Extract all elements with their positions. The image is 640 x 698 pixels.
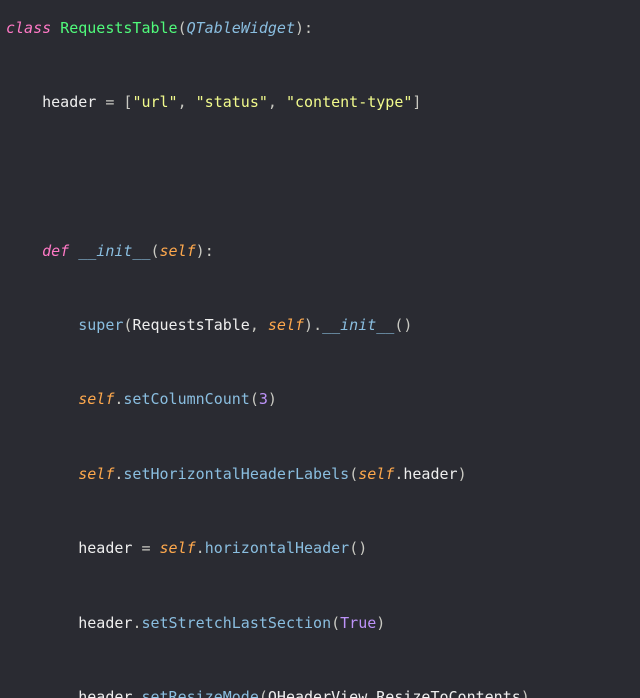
code-editor[interactable]: class RequestsTable(QTableWidget): heade… (0, 0, 640, 698)
code-line (6, 130, 634, 149)
function-name: __init__ (78, 242, 150, 260)
boolean-literal: True (340, 614, 376, 632)
code-line: self.setColumnCount(3) (6, 390, 634, 409)
code-line: super(RequestsTable, self).__init__() (6, 316, 634, 335)
code-line (6, 576, 634, 595)
class-name: RequestsTable (60, 19, 177, 37)
code-line (6, 56, 634, 75)
base-class: QTableWidget (187, 19, 295, 37)
number-literal: 3 (259, 390, 268, 408)
string-literal: "url" (132, 93, 177, 111)
keyword-def: def (42, 242, 69, 260)
code-line: class RequestsTable(QTableWidget): (6, 19, 634, 38)
method-call: setHorizontalHeaderLabels (123, 465, 349, 483)
code-line: header = ["url", "status", "content-type… (6, 93, 634, 112)
code-line (6, 205, 634, 224)
code-line (6, 651, 634, 670)
identifier: header (42, 93, 96, 111)
code-line: header.setStretchLastSection(True) (6, 614, 634, 633)
code-line: def __init__(self): (6, 242, 634, 261)
code-line (6, 353, 634, 372)
param-self: self (160, 242, 196, 260)
code-line (6, 428, 634, 447)
string-literal: "content-type" (286, 93, 412, 111)
code-line: header.setResizeMode(QHeaderView.ResizeT… (6, 688, 634, 698)
code-line (6, 279, 634, 298)
code-line: self.setHorizontalHeaderLabels(self.head… (6, 465, 634, 484)
method-call: setResizeMode (141, 688, 258, 698)
method-call: horizontalHeader (205, 539, 350, 557)
code-line (6, 167, 634, 186)
code-line (6, 502, 634, 521)
code-line: header = self.horizontalHeader() (6, 539, 634, 558)
keyword-class: class (6, 19, 51, 37)
method-call: setStretchLastSection (141, 614, 331, 632)
builtin-super: super (78, 316, 123, 334)
method-call: setColumnCount (123, 390, 249, 408)
string-literal: "status" (196, 93, 268, 111)
